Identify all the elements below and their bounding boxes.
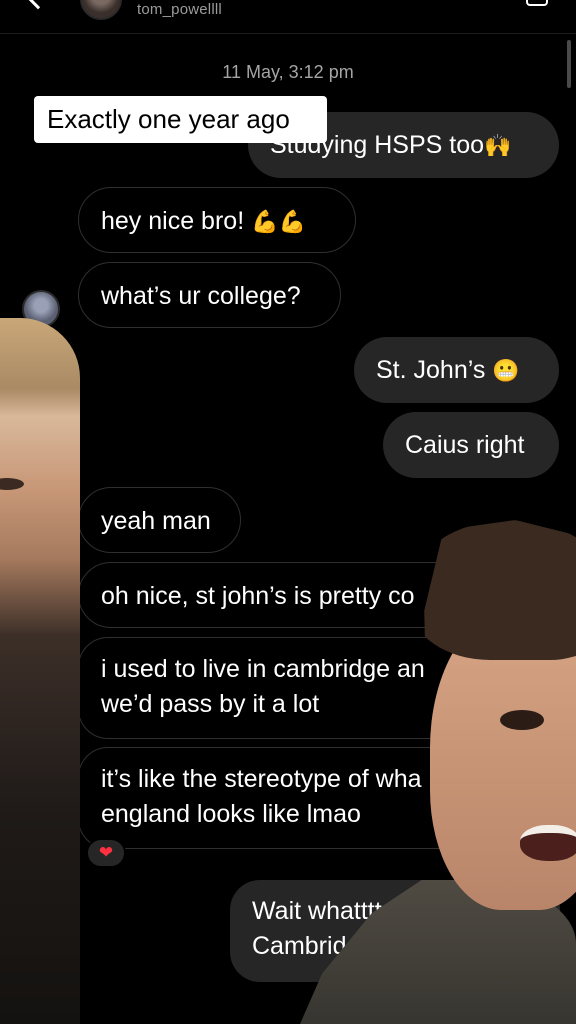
- message-text: St. John’s: [376, 356, 493, 384]
- left-person-eye: [0, 478, 24, 490]
- contact-avatar[interactable]: [80, 0, 122, 20]
- message-incoming[interactable]: what’s ur college?: [78, 262, 341, 328]
- message-text: yeah man: [101, 507, 211, 535]
- message-text: oh nice, st john’s is pretty co: [101, 582, 415, 610]
- back-chevron-icon[interactable]: [26, 0, 50, 10]
- message-incoming[interactable]: hey nice bro! 💪💪: [78, 187, 356, 253]
- raised-hands-emoji: 🙌: [484, 134, 512, 159]
- message-text: Caius right: [405, 431, 525, 459]
- message-text: hey nice bro!: [101, 207, 252, 235]
- message-text-line: it’s like the stereotype of wha: [101, 765, 422, 793]
- message-text-line: england looks like lmao: [101, 800, 361, 828]
- flexed-biceps-emoji: 💪💪: [251, 210, 306, 235]
- message-outgoing[interactable]: Caius right: [383, 412, 559, 478]
- message-outgoing[interactable]: St. John’s 😬: [354, 337, 559, 403]
- right-person-hair: [410, 520, 576, 660]
- message-text-line: i used to live in cambridge an: [101, 655, 425, 683]
- video-caption: Exactly one year ago: [34, 96, 327, 143]
- right-person-mouth: [520, 825, 576, 861]
- contact-username[interactable]: tom_powellll: [137, 1, 222, 18]
- video-call-icon[interactable]: [526, 0, 548, 6]
- right-person-eye: [500, 710, 544, 730]
- message-text-line: we’d pass by it a lot: [101, 690, 320, 718]
- message-timestamp: 11 May, 3:12 pm: [222, 62, 354, 82]
- message-incoming[interactable]: yeah man: [78, 487, 241, 553]
- chat-header: tom_powellll: [0, 0, 576, 34]
- heart-reaction-icon[interactable]: ❤: [86, 838, 126, 868]
- message-text: what’s ur college?: [101, 282, 301, 310]
- grimacing-face-emoji: 😬: [492, 359, 520, 384]
- left-person-overlay: [0, 318, 80, 1024]
